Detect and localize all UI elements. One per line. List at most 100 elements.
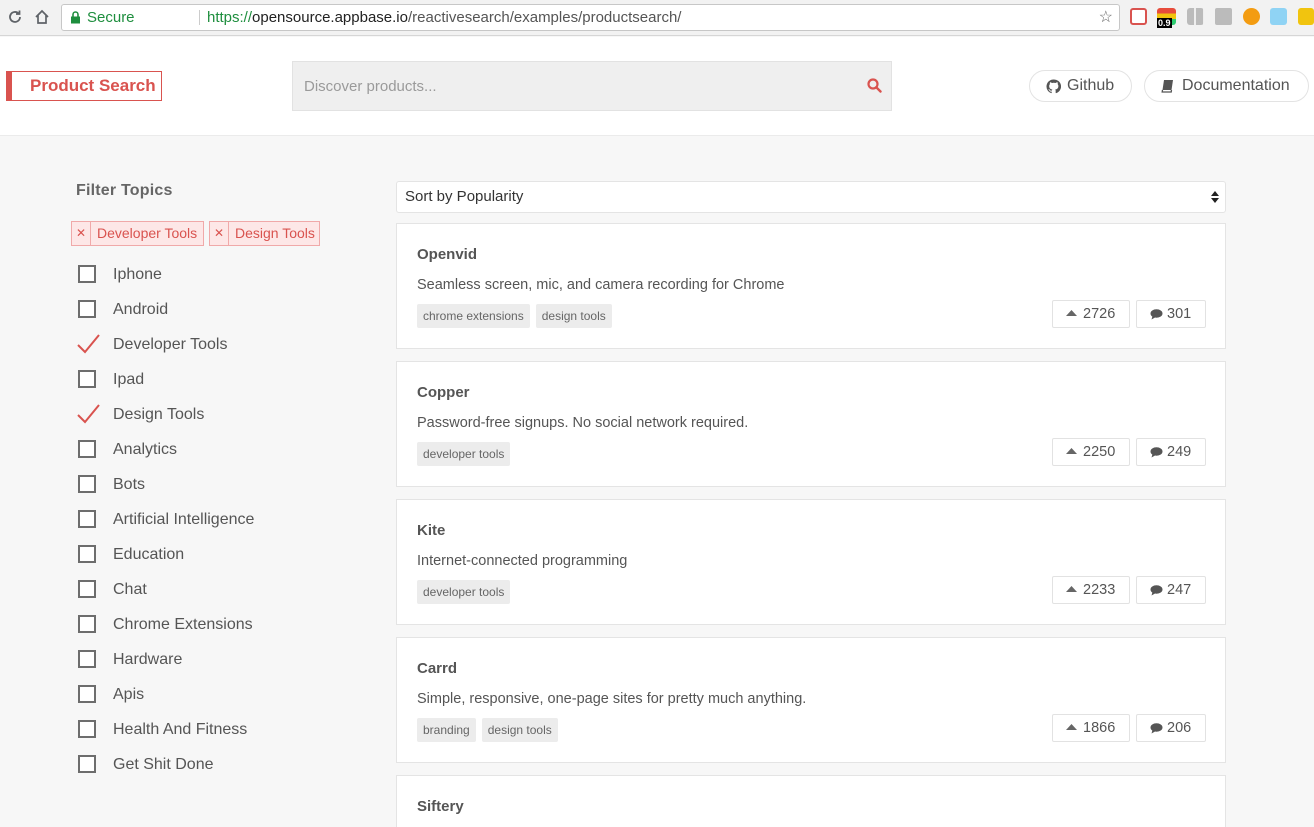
topic-checkbox-education[interactable]: Education: [77, 543, 347, 567]
topic-checkbox-bots[interactable]: Bots: [77, 473, 347, 497]
select-arrows-icon: [1211, 191, 1219, 203]
topic-checkbox-developer-tools[interactable]: Developer Tools: [77, 333, 347, 357]
product-tag[interactable]: developer tools: [417, 442, 511, 466]
home-icon[interactable]: [31, 6, 53, 28]
checkbox[interactable]: [78, 755, 96, 773]
product-name[interactable]: Copper: [417, 384, 470, 401]
extension-grid-icon[interactable]: [1187, 8, 1204, 25]
product-tags: chrome extensions design tools: [417, 304, 612, 328]
product-tag[interactable]: developer tools: [417, 580, 511, 604]
topic-checkbox-health-and-fitness[interactable]: Health And Fitness: [77, 718, 347, 742]
url-host: opensource.appbase.io: [252, 9, 408, 26]
upvote-button[interactable]: 2233: [1052, 576, 1130, 604]
topic-checkbox-iphone[interactable]: Iphone: [77, 263, 347, 287]
checkbox[interactable]: [78, 685, 96, 703]
comments-button[interactable]: 301: [1136, 300, 1206, 328]
product-tags: developer tools: [417, 580, 511, 604]
upvote-button[interactable]: 2726: [1052, 300, 1130, 328]
github-button[interactable]: Github: [1029, 70, 1132, 102]
checkbox[interactable]: [78, 615, 96, 633]
extension-badge: 0.9: [1157, 18, 1172, 28]
product-card[interactable]: Openvid Seamless screen, mic, and camera…: [396, 223, 1226, 349]
extension-blue-icon[interactable]: [1270, 8, 1287, 25]
bookmark-star-icon[interactable]: ☆: [1099, 5, 1113, 30]
checkbox[interactable]: [78, 265, 96, 283]
checkbox[interactable]: [78, 580, 96, 598]
checkbox[interactable]: [78, 510, 96, 528]
search-icon[interactable]: [867, 78, 882, 93]
github-icon: [1046, 79, 1061, 94]
address-bar[interactable]: Secure https://opensource.appbase.io/rea…: [61, 4, 1120, 31]
comment-icon: [1150, 723, 1163, 734]
product-tag[interactable]: design tools: [481, 718, 558, 742]
product-description: Internet-connected programming: [417, 553, 628, 569]
remove-tag-icon[interactable]: ✕: [210, 222, 229, 245]
product-card[interactable]: Kite Internet-connected programming deve…: [396, 499, 1226, 625]
topic-checkbox-ipad[interactable]: Ipad: [77, 368, 347, 392]
product-tag[interactable]: design tools: [535, 304, 612, 328]
extension-orange-icon[interactable]: [1243, 8, 1260, 25]
product-card[interactable]: Copper Password-free signups. No social …: [396, 361, 1226, 487]
product-tag[interactable]: chrome extensions: [417, 304, 530, 328]
topic-checkbox-hardware[interactable]: Hardware: [77, 648, 347, 672]
checkbox[interactable]: [78, 545, 96, 563]
selected-filter-tag[interactable]: ✕ Design Tools: [209, 221, 320, 246]
topic-label: Analytics: [113, 441, 178, 458]
extension-cross-icon[interactable]: [1130, 8, 1147, 25]
product-name[interactable]: Openvid: [417, 246, 477, 263]
checkbox[interactable]: [78, 650, 96, 668]
comments-button[interactable]: 247: [1136, 576, 1206, 604]
product-description: Seamless screen, mic, and camera recordi…: [417, 277, 785, 293]
product-name[interactable]: Carrd: [417, 660, 457, 677]
extension-square-icon[interactable]: [1215, 8, 1232, 25]
url-scheme: https://: [207, 9, 253, 26]
topic-checkbox-artificial-intelligence[interactable]: Artificial Intelligence: [77, 508, 347, 532]
topic-checkbox-apis[interactable]: Apis: [77, 683, 347, 707]
topic-checkbox-design-tools[interactable]: Design Tools: [77, 403, 347, 427]
product-tag[interactable]: branding: [417, 718, 476, 742]
app-header: Product Search Github Documentation: [0, 37, 1314, 136]
comments-button[interactable]: 249: [1136, 438, 1206, 466]
comments-button[interactable]: 206: [1136, 714, 1206, 742]
upvote-button[interactable]: 1866: [1052, 714, 1130, 742]
comment-icon: [1150, 447, 1163, 458]
selected-filter-tag[interactable]: ✕ Developer Tools: [71, 221, 204, 246]
selected-tag-label: Design Tools: [235, 225, 315, 241]
topic-checkbox-android[interactable]: Android: [77, 298, 347, 322]
product-name[interactable]: Siftery: [417, 798, 464, 815]
sort-label: Sort by Popularity: [405, 188, 524, 205]
product-name[interactable]: Kite: [417, 522, 445, 539]
reload-icon[interactable]: [4, 6, 26, 28]
topic-checkbox-get-shit-done[interactable]: Get Shit Done: [77, 753, 347, 777]
checkbox[interactable]: [78, 720, 96, 738]
checkbox[interactable]: [78, 370, 96, 388]
checkbox[interactable]: [78, 475, 96, 493]
brand-logo[interactable]: Product Search: [6, 71, 162, 101]
topic-checkbox-analytics[interactable]: Analytics: [77, 438, 347, 462]
extension-meter-icon[interactable]: 0.9: [1157, 8, 1176, 28]
checkmark-icon[interactable]: [77, 333, 101, 355]
topic-checkbox-chat[interactable]: Chat: [77, 578, 347, 602]
topic-label: Ipad: [113, 371, 145, 388]
product-tags: branding design tools: [417, 718, 558, 742]
upvote-button[interactable]: 2250: [1052, 438, 1130, 466]
topic-label: Artificial Intelligence: [113, 511, 255, 528]
topic-label: Education: [113, 546, 185, 563]
product-card[interactable]: Carrd Simple, responsive, one-page sites…: [396, 637, 1226, 763]
topic-checkbox-chrome-extensions[interactable]: Chrome Extensions: [77, 613, 347, 637]
search-input[interactable]: [293, 62, 853, 110]
checkbox[interactable]: [78, 440, 96, 458]
comment-icon: [1150, 309, 1163, 320]
url-text: https://opensource.appbase.io/reactivese…: [207, 5, 681, 30]
checkmark-icon[interactable]: [77, 403, 101, 425]
sort-select[interactable]: Sort by Popularity: [396, 181, 1226, 213]
topic-label: Developer Tools: [113, 336, 228, 353]
checkbox[interactable]: [78, 300, 96, 318]
documentation-button[interactable]: Documentation: [1144, 70, 1309, 102]
topic-label: Get Shit Done: [113, 756, 214, 773]
upvote-arrow-icon: [1066, 310, 1077, 316]
extension-yellow-icon[interactable]: [1298, 8, 1314, 25]
topic-label: Iphone: [113, 266, 162, 283]
product-card[interactable]: Siftery: [396, 775, 1226, 827]
remove-tag-icon[interactable]: ✕: [72, 222, 91, 245]
